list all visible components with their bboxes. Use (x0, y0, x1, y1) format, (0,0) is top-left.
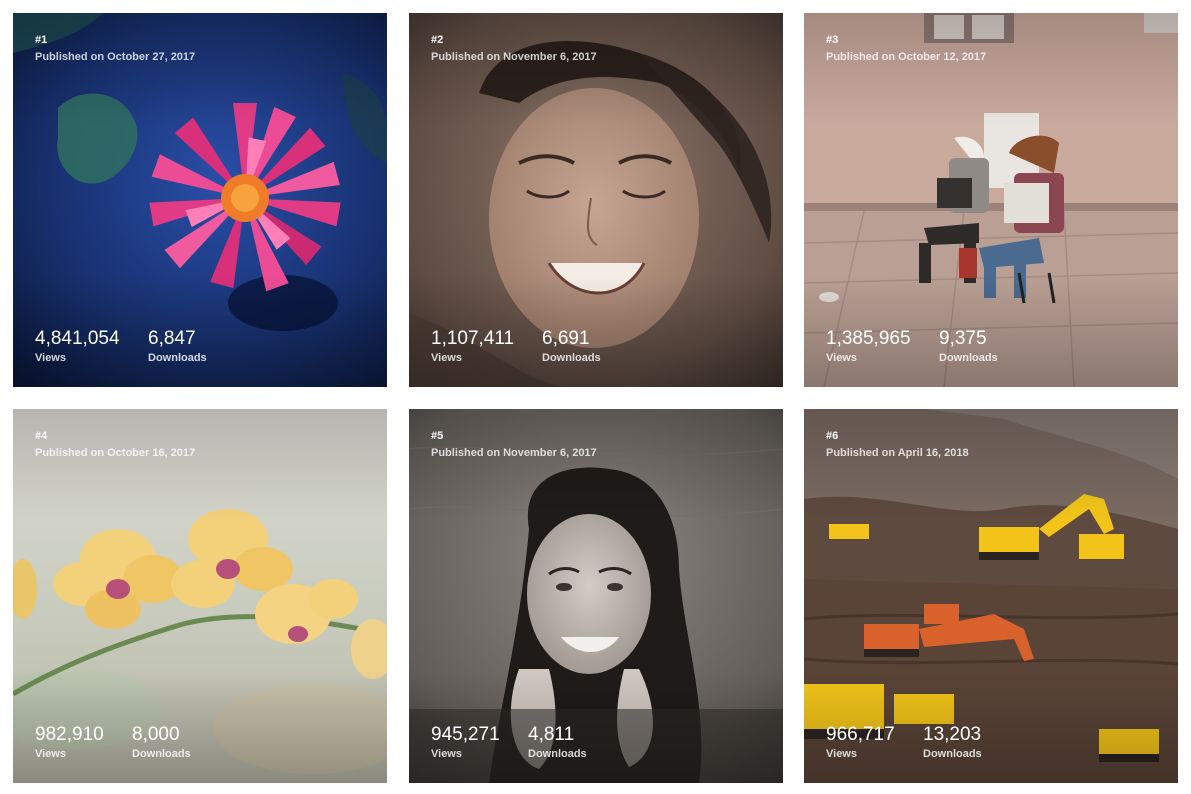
views-count: 1,385,965 (826, 328, 911, 349)
downloads-count: 4,811 (528, 724, 575, 745)
views-count: 945,271 (431, 724, 500, 745)
views-label: Views (826, 352, 857, 364)
downloads-label: Downloads (542, 352, 601, 364)
photo-card-2[interactable]: #2 Published on November 6, 2017 1,107,4… (409, 13, 783, 387)
rank-label: #5 (431, 430, 444, 442)
downloads-count: 13,203 (923, 724, 982, 745)
views-label: Views (431, 352, 462, 364)
views-stat: 4,841,054 Views (35, 328, 120, 365)
rank-label: #3 (826, 34, 839, 46)
views-count: 1,107,411 (431, 328, 515, 349)
published-date: Published on November 6, 2017 (431, 447, 597, 459)
views-label: Views (35, 352, 66, 364)
published-date: Published on October 27, 2017 (35, 51, 196, 63)
published-date: Published on November 6, 2017 (431, 51, 597, 63)
published-date: Published on April 16, 2018 (826, 447, 969, 459)
downloads-label: Downloads (148, 352, 207, 364)
photo-card-6[interactable]: #6 Published on April 16, 2018 966,717 V… (804, 409, 1178, 783)
photo-grid: #1 Published on October 27, 2017 4,841,0… (0, 0, 1191, 794)
views-count: 4,841,054 (35, 328, 120, 349)
views-stat: 1,107,411 Views (431, 328, 515, 365)
downloads-stat: 4,811 Downloads (528, 724, 587, 761)
photo-card-1[interactable]: #1 Published on October 27, 2017 4,841,0… (13, 13, 387, 387)
rank-label: #1 (35, 34, 48, 46)
downloads-label: Downloads (939, 352, 998, 364)
views-stat: 945,271 Views (431, 724, 500, 761)
views-stat: 966,717 Views (826, 724, 895, 761)
downloads-stat: 9,375 Downloads (939, 328, 998, 365)
photo-card-4[interactable]: #4 Published on October 16, 2017 982,910… (13, 409, 387, 783)
downloads-label: Downloads (132, 748, 191, 760)
views-stat: 1,385,965 Views (826, 328, 911, 365)
downloads-count: 9,375 (939, 328, 987, 349)
downloads-stat: 6,691 Downloads (542, 328, 601, 365)
views-label: Views (35, 748, 66, 760)
rank-label: #6 (826, 430, 839, 442)
downloads-count: 6,691 (542, 328, 590, 349)
published-date: Published on October 16, 2017 (35, 447, 196, 459)
downloads-label: Downloads (528, 748, 587, 760)
photo-card-3[interactable]: #3 Published on October 12, 2017 1,385,9… (804, 13, 1178, 387)
published-date: Published on October 12, 2017 (826, 51, 987, 63)
downloads-stat: 13,203 Downloads (923, 724, 982, 761)
views-stat: 982,910 Views (35, 724, 104, 761)
rank-label: #4 (35, 430, 48, 442)
downloads-count: 6,847 (148, 328, 196, 349)
downloads-stat: 8,000 Downloads (132, 724, 191, 761)
photo-card-5[interactable]: #5 Published on November 6, 2017 945,271… (409, 409, 783, 783)
views-label: Views (826, 748, 857, 760)
downloads-count: 8,000 (132, 724, 180, 745)
downloads-stat: 6,847 Downloads (148, 328, 207, 365)
views-label: Views (431, 748, 462, 760)
views-count: 966,717 (826, 724, 895, 745)
views-count: 982,910 (35, 724, 104, 745)
rank-label: #2 (431, 34, 444, 46)
downloads-label: Downloads (923, 748, 982, 760)
